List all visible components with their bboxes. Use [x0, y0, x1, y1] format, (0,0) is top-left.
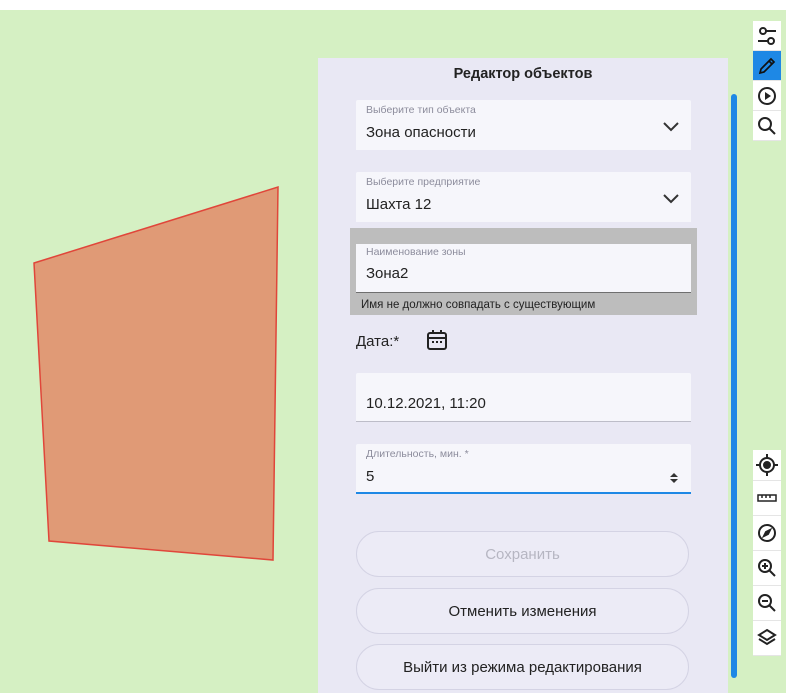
duration-label: Длительность, мин. * — [366, 448, 469, 460]
enterprise-label: Выберите предприятие — [366, 176, 481, 188]
zone-name-label: Наименование зоны — [366, 246, 466, 258]
compass-icon[interactable] — [753, 516, 781, 551]
date-label: Дата:* — [356, 333, 400, 350]
layers-icon[interactable] — [753, 621, 781, 656]
ruler-icon[interactable] — [753, 481, 781, 516]
zone-name-input[interactable]: Наименование зоны Зона2 — [356, 244, 691, 293]
save-button[interactable]: Сохранить — [356, 531, 689, 577]
play-circle-icon[interactable] — [753, 81, 781, 111]
date-value: 10.12.2021, 11:20 — [366, 395, 486, 412]
chevron-down-icon — [663, 122, 679, 132]
exit-edit-mode-button[interactable]: Выйти из режима редактирования — [356, 644, 689, 690]
object-type-value: Зона опасности — [366, 124, 476, 141]
locate-icon[interactable] — [753, 450, 781, 481]
duration-value: 5 — [366, 468, 375, 485]
calendar-icon[interactable] — [426, 329, 448, 351]
duration-input[interactable]: Длительность, мин. * 5 — [356, 444, 691, 494]
map-toolbar-bottom — [753, 450, 781, 656]
zone-name-hint: Имя не должно совпадать с существующим — [361, 299, 596, 311]
cancel-changes-button[interactable]: Отменить изменения — [356, 588, 689, 634]
panel-scrollbar[interactable] — [731, 94, 737, 678]
zone-name-value: Зона2 — [366, 265, 409, 282]
enterprise-value: Шахта 12 — [366, 196, 432, 213]
enterprise-select[interactable]: Выберите предприятие Шахта 12 — [356, 172, 691, 222]
spinner-arrows-icon[interactable] — [669, 472, 679, 484]
map-toolbar-top — [753, 21, 781, 141]
filter-sliders-icon[interactable] — [753, 21, 781, 51]
zone-name-block: Наименование зоны Зона2 Имя не должно со… — [350, 228, 697, 315]
search-icon[interactable] — [753, 111, 781, 141]
date-input[interactable]: 10.12.2021, 11:20 — [356, 373, 691, 422]
danger-zone-polygon[interactable] — [33, 185, 279, 561]
pencil-icon[interactable] — [753, 51, 781, 81]
object-type-select[interactable]: Выберите тип объекта Зона опасности — [356, 100, 691, 150]
object-editor-panel: Редактор объектов Выберите тип объекта З… — [318, 58, 728, 693]
zoom-in-icon[interactable] — [753, 551, 781, 586]
panel-title: Редактор объектов — [453, 66, 593, 82]
zoom-out-icon[interactable] — [753, 586, 781, 621]
object-type-label: Выберите тип объекта — [366, 104, 476, 116]
chevron-down-icon — [663, 194, 679, 204]
